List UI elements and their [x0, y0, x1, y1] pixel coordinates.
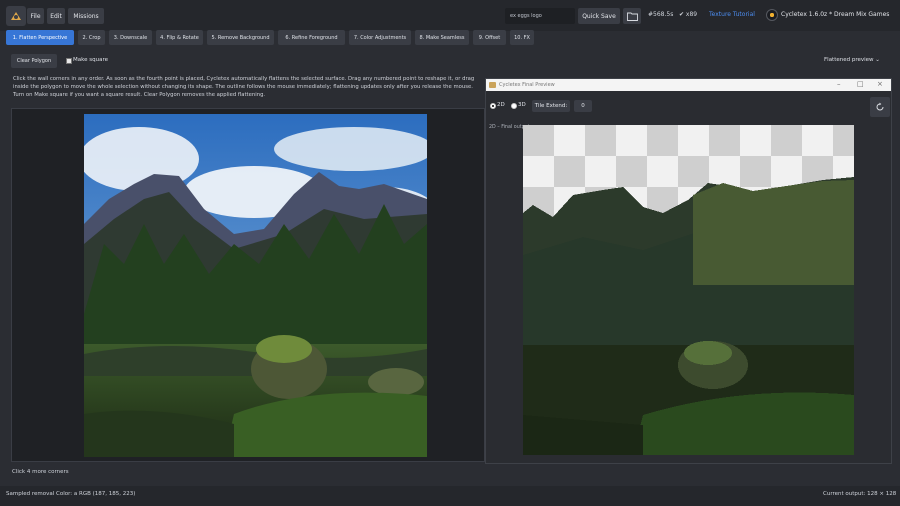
score-counter: #568.5s: [648, 11, 674, 18]
brand-badge-icon: [766, 9, 778, 21]
tab-downscale[interactable]: 3. Downscale: [109, 30, 152, 45]
tile-extend-input[interactable]: 0: [574, 100, 592, 112]
completed-counter: ✔ x89: [679, 11, 698, 18]
refresh-icon: [876, 102, 884, 111]
tab-flip-rotate[interactable]: 4. Flip & Rotate: [156, 30, 203, 45]
tab-color-adjustments[interactable]: 7. Color Adjustments: [349, 30, 411, 45]
mode-3d-label: 3D: [518, 102, 526, 108]
tab-refine-foreground[interactable]: 6. Refine Foreground: [278, 30, 345, 45]
app-logo-icon[interactable]: [6, 6, 26, 26]
make-square-checkbox[interactable]: [66, 58, 72, 64]
window-app-icon: [489, 82, 496, 88]
preview-window-title: Cycletex Final Preview: [499, 82, 555, 88]
sampled-color-status: Sampled removal Color: a RGB (187, 185, …: [6, 491, 136, 497]
close-icon[interactable]: ×: [877, 80, 883, 88]
texture-tutorial-link[interactable]: Texture Tutorial: [709, 11, 755, 18]
source-image[interactable]: [84, 114, 427, 457]
top-bar: [0, 0, 900, 31]
reset-view-button[interactable]: [870, 97, 890, 117]
tab-remove-background[interactable]: 5. Remove Background: [207, 30, 274, 45]
tile-extend-label: Tile Extend:: [532, 100, 570, 112]
mode-2d-label: 2D: [497, 102, 505, 108]
tab-fx[interactable]: 10. FX: [510, 30, 534, 45]
edit-menu[interactable]: Edit: [47, 8, 65, 24]
tab-offset[interactable]: 9. Offset: [473, 30, 506, 45]
clear-polygon-button[interactable]: Clear Polygon: [11, 54, 57, 68]
folder-icon: [626, 12, 638, 21]
quick-save-button[interactable]: Quick Save: [578, 8, 620, 24]
tab-flatten-perspective[interactable]: 1. Flatten Perspective: [6, 30, 74, 45]
missions-menu[interactable]: Missions: [68, 8, 104, 24]
project-name-field[interactable]: ex eggs logo: [505, 8, 575, 24]
mode-2d-radio[interactable]: [490, 103, 496, 109]
minimize-icon[interactable]: –: [837, 80, 841, 88]
tab-crop[interactable]: 2. Crop: [78, 30, 105, 45]
open-folder-button[interactable]: [623, 8, 641, 24]
maximize-icon[interactable]: □: [857, 80, 864, 88]
corner-hint: Click 4 more corners: [12, 469, 69, 475]
instructions-text: Click the wall corners in any order. As …: [13, 76, 475, 98]
preview-mode-dropdown[interactable]: Flattened preview ⌄: [824, 57, 880, 63]
tab-make-seamless[interactable]: 8. Make Seamless: [415, 30, 469, 45]
current-output-status: Current output: 128 × 128: [823, 491, 897, 497]
file-menu[interactable]: File: [27, 8, 44, 24]
final-preview-window[interactable]: Cycletex Final Preview – □ × 2D 3D Tile …: [485, 78, 892, 464]
app-brand-label: Cycletex 1.6.0z * Dream Mix Games: [781, 11, 890, 18]
make-square-label: Make square: [73, 57, 108, 63]
final-preview-canvas[interactable]: [523, 125, 854, 455]
mode-3d-radio[interactable]: [511, 103, 517, 109]
